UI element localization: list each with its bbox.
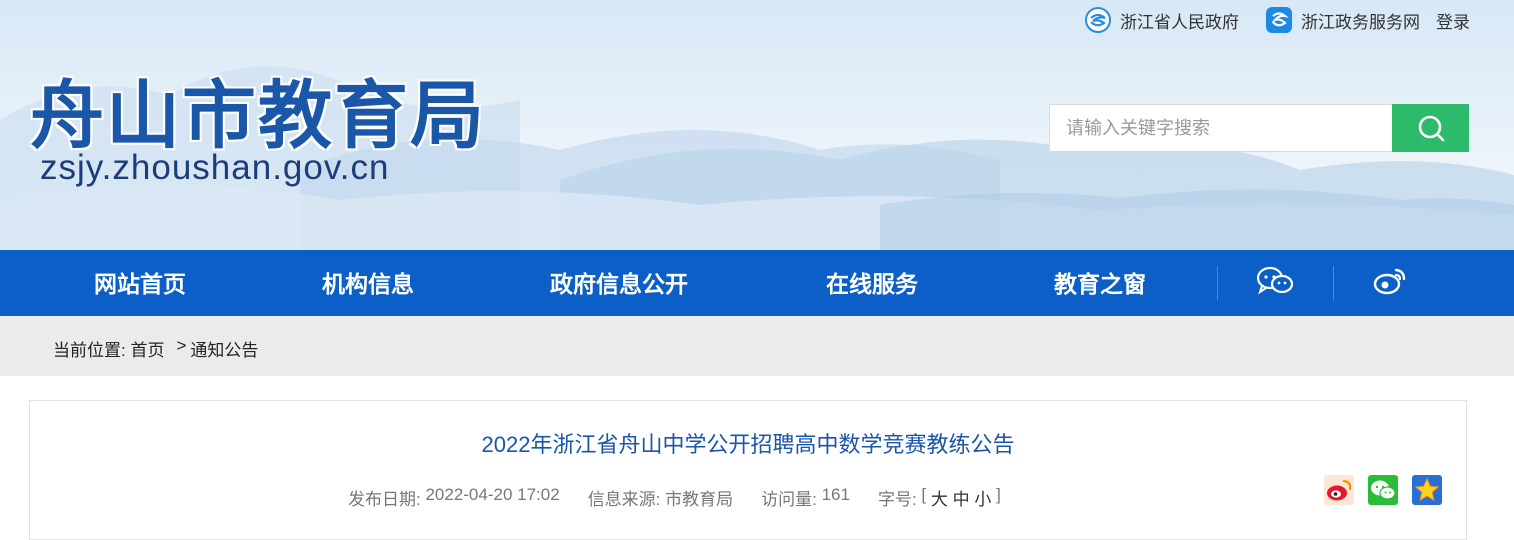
search-icon <box>1418 115 1444 142</box>
font-size-bracket-close: ] <box>991 485 1001 504</box>
main-nav: 网站首页 机构信息 政府信息公开 在线服务 教育之窗 <box>0 250 1514 316</box>
nav-item-education-window[interactable]: 教育之窗 <box>1054 250 1146 316</box>
nav-item-online-service[interactable]: 在线服务 <box>826 250 918 316</box>
zhejiang-service-link-label: 浙江政务服务网 <box>1301 12 1420 32</box>
search-input[interactable] <box>1049 104 1392 152</box>
site-logo-title[interactable]: 舟山市教育局 <box>30 56 486 163</box>
views-count: 161 <box>821 485 850 504</box>
login-link[interactable]: 登录 <box>1436 8 1470 33</box>
publish-date: 2022-04-20 17:02 <box>425 485 560 504</box>
zhejiang-gov-link[interactable]: 浙江省人民政府 <box>1084 6 1239 34</box>
nav-divider <box>1217 266 1218 300</box>
font-size-label: 字号: <box>877 490 922 509</box>
zhejiang-gov-emblem-icon <box>1085 7 1111 33</box>
breadcrumb-home-link[interactable]: 首页 <box>130 336 164 361</box>
favorite-star-icon <box>1414 477 1440 502</box>
search-button[interactable] <box>1392 104 1469 152</box>
top-links-bar: 浙江省人民政府 浙江政务服务网 登录 <box>1058 6 1470 34</box>
share-favorite-button[interactable] <box>1412 475 1442 505</box>
font-size-small[interactable]: 小 <box>974 485 991 510</box>
weibo-share-icon <box>1327 479 1352 501</box>
wechat-icon <box>1256 266 1294 295</box>
nav-divider <box>1333 266 1334 300</box>
article-title: 2022年浙江省舟山中学公开招聘高中数学竞赛教练公告 <box>481 432 1015 457</box>
publish-date-label: 发布日期: <box>348 490 426 509</box>
nav-item-gov-info[interactable]: 政府信息公开 <box>550 250 688 316</box>
zhejiang-service-link[interactable]: 浙江政务服务网 <box>1265 6 1420 34</box>
source-label: 信息来源: <box>587 490 666 509</box>
font-size-large[interactable]: 大 <box>931 485 948 510</box>
breadcrumb-prefix: 当前位置: <box>53 341 131 360</box>
article-meta: 发布日期: 2022-04-20 17:02 信息来源: 市教育局 访问量: 1… <box>348 485 1001 510</box>
share-buttons <box>1324 475 1456 505</box>
nav-wechat-button[interactable] <box>1255 264 1295 298</box>
wechat-share-icon <box>1371 480 1396 500</box>
views-label: 访问量: <box>761 490 822 509</box>
nav-weibo-button[interactable] <box>1370 264 1410 298</box>
weibo-icon <box>1373 268 1406 295</box>
search-box <box>1049 104 1469 152</box>
share-wechat-button[interactable] <box>1368 475 1398 505</box>
breadcrumb-separator: > <box>176 336 187 355</box>
font-size-medium[interactable]: 中 <box>953 485 970 510</box>
article-panel: 2022年浙江省舟山中学公开招聘高中数学竞赛教练公告 发布日期: 2022-04… <box>29 400 1467 540</box>
source-value: 市教育局 <box>665 490 734 509</box>
nav-item-organization[interactable]: 机构信息 <box>322 250 414 316</box>
breadcrumb-current[interactable]: 通知公告 <box>190 336 258 361</box>
font-size-bracket-open: [ <box>921 485 931 504</box>
zhejiang-gov-link-label: 浙江省人民政府 <box>1120 12 1239 32</box>
breadcrumb: 当前位置: 首页 > 通知公告 <box>0 316 1514 376</box>
nav-item-home[interactable]: 网站首页 <box>94 250 186 316</box>
zhejiang-service-app-icon <box>1266 7 1292 33</box>
share-weibo-button[interactable] <box>1324 475 1354 505</box>
site-logo-url: zsjy.zhoushan.gov.cn <box>40 148 390 187</box>
site-header: 浙江省人民政府 浙江政务服务网 登录 舟山市教育局 zsjy.zhoushan.… <box>0 0 1514 250</box>
